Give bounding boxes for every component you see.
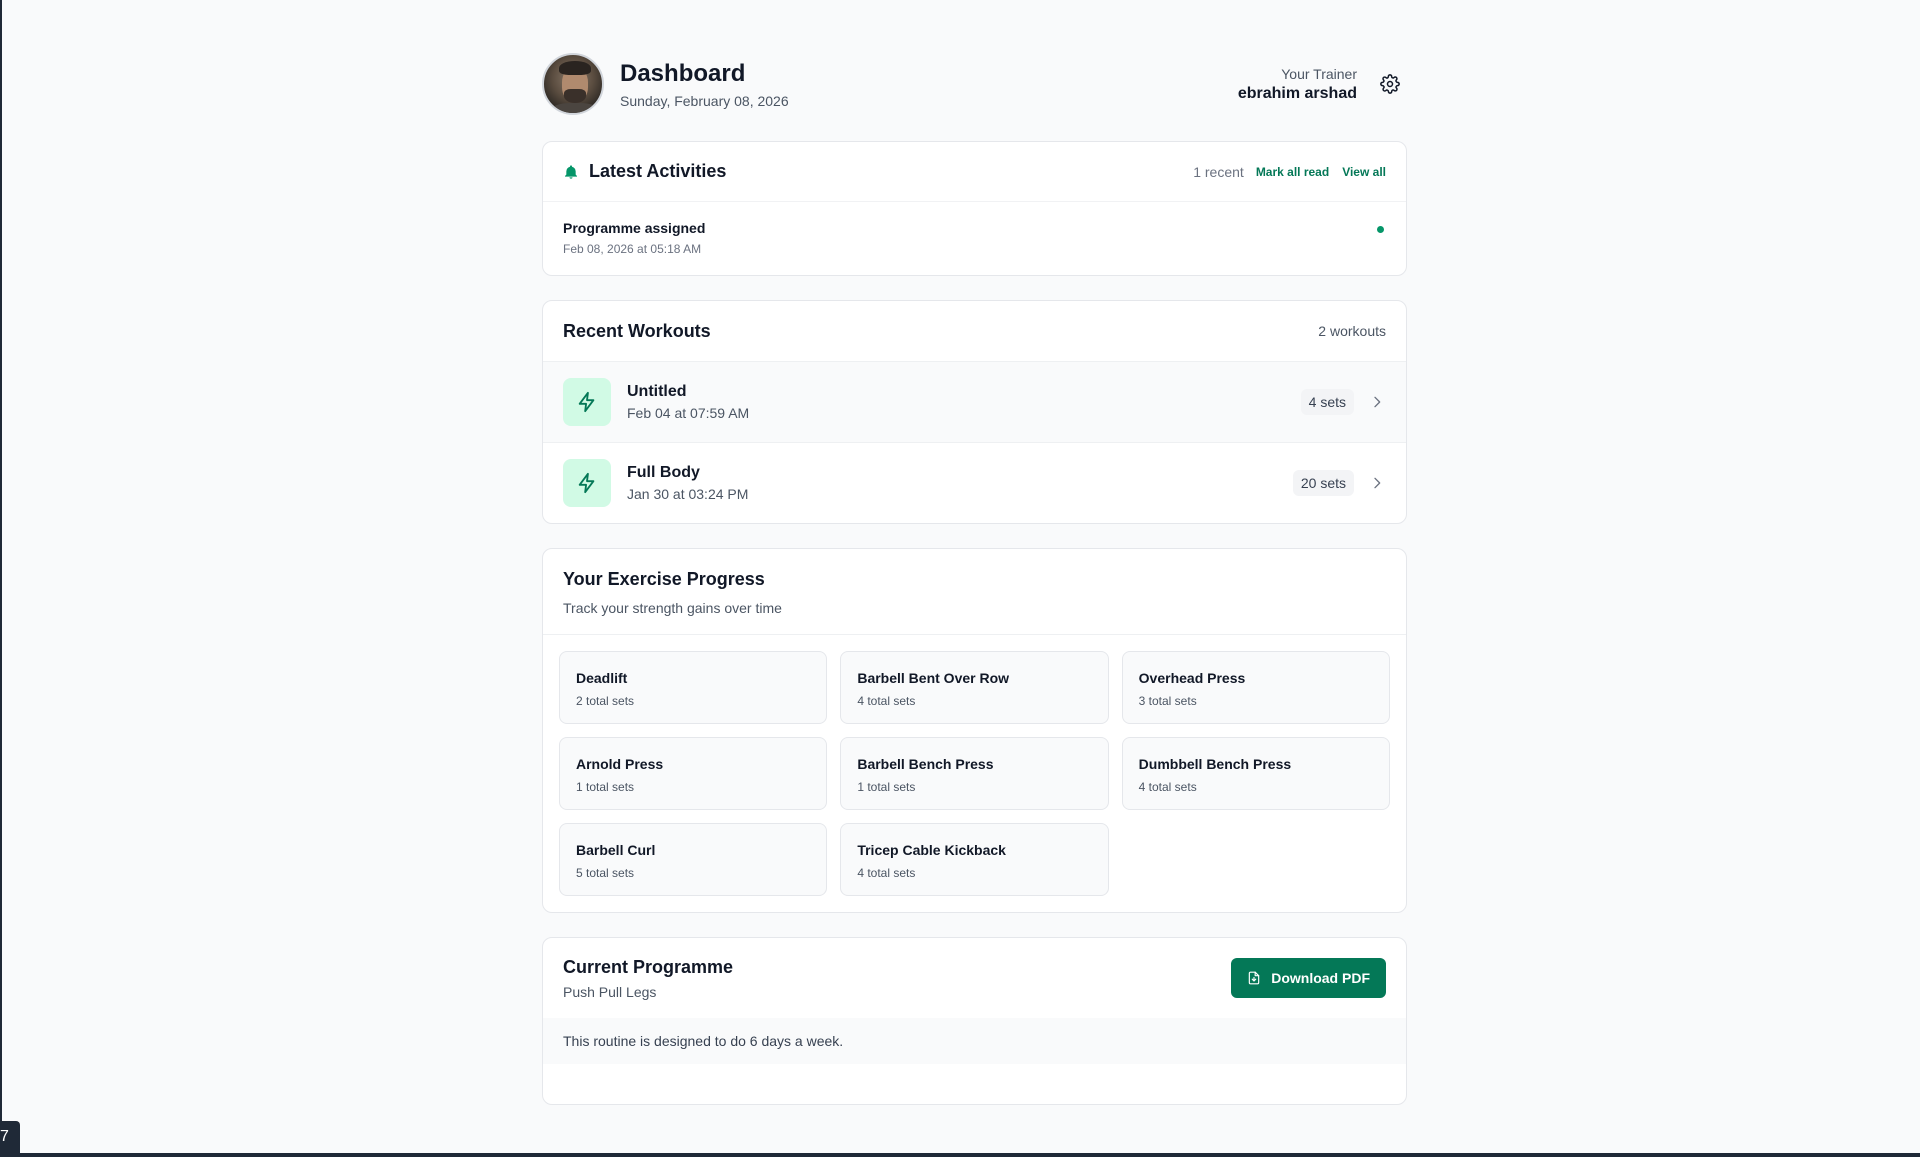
title-block: Dashboard Sunday, February 08, 2026 (620, 59, 789, 109)
exercise-card[interactable]: Arnold Press 1 total sets (559, 737, 828, 810)
exercise-card[interactable]: Deadlift 2 total sets (559, 651, 828, 724)
exercise-grid: Deadlift 2 total sets Barbell Bent Over … (543, 635, 1406, 912)
exercise-sets: 4 total sets (1138, 780, 1197, 794)
programme-name: Push Pull Legs (563, 983, 657, 1000)
workout-row[interactable]: Untitled Feb 04 at 07:59 AM 4 sets (543, 361, 1406, 442)
exercise-sets: 1 total sets (857, 780, 916, 794)
workouts-header: Recent Workouts 2 workouts (543, 301, 1406, 361)
programme-header: Current Programme Push Pull Legs Downloa… (543, 938, 1406, 1018)
exercise-card[interactable]: Barbell Bent Over Row 4 total sets (840, 651, 1109, 724)
dashboard-container: Dashboard Sunday, February 08, 2026 Your… (542, 52, 1407, 1105)
exercise-name: Barbell Bent Over Row (857, 670, 1010, 686)
avatar-beard-shape (564, 89, 586, 103)
header-left: Dashboard Sunday, February 08, 2026 (542, 53, 789, 115)
view-all-link[interactable]: View all (1342, 165, 1386, 179)
exercise-card[interactable]: Tricep Cable Kickback 4 total sets (840, 823, 1109, 896)
avatar-body-shape (550, 103, 600, 113)
workouts-title: Recent Workouts (563, 320, 711, 341)
exercise-name: Dumbbell Bench Press (1138, 756, 1292, 772)
workouts-count: 2 workouts (1318, 323, 1386, 339)
exercise-sets: 3 total sets (1138, 694, 1197, 708)
exercise-card[interactable]: Barbell Bench Press 1 total sets (840, 737, 1109, 810)
corner-chip: 7 (0, 1121, 20, 1153)
download-pdf-button[interactable]: Download PDF (1231, 958, 1386, 998)
window-left-edge (0, 0, 2, 1157)
programme-footer (543, 1064, 1406, 1104)
download-pdf-label: Download PDF (1271, 970, 1370, 986)
unread-indicator (1377, 226, 1384, 233)
trainer-info: Your Trainer ebrahim arshad (1238, 66, 1357, 103)
activity-name: Programme assigned (563, 220, 706, 236)
activity-time: Feb 08, 2026 at 05:18 AM (563, 242, 702, 256)
avatar-hair-shape (559, 61, 591, 75)
trainer-label: Your Trainer (1281, 65, 1357, 82)
file-icon (1247, 971, 1261, 985)
workout-name: Full Body (627, 464, 700, 481)
lightning-icon (563, 459, 611, 507)
progress-title: Your Exercise Progress (563, 569, 765, 589)
exercise-sets: 2 total sets (576, 694, 635, 708)
sets-badge: 20 sets (1292, 470, 1354, 496)
progress-subtitle: Track your strength gains over time (563, 600, 782, 616)
workout-time: Jan 30 at 03:24 PM (627, 486, 749, 502)
exercise-name: Barbell Curl (576, 842, 656, 858)
avatar[interactable] (542, 53, 604, 115)
activities-meta: 1 recent Mark all read View all (1193, 164, 1386, 180)
exercise-name: Barbell Bench Press (857, 756, 994, 772)
chevron-right-icon (1368, 474, 1386, 492)
exercise-name: Arnold Press (576, 756, 664, 772)
exercise-name: Overhead Press (1138, 670, 1246, 686)
mark-all-read-link[interactable]: Mark all read (1256, 165, 1329, 179)
activity-item[interactable]: Programme assigned Feb 08, 2026 at 05:18… (543, 202, 1406, 275)
exercise-card[interactable]: Dumbbell Bench Press 4 total sets (1121, 737, 1390, 810)
chevron-right-icon (1368, 393, 1386, 411)
activity-text: Programme assigned Feb 08, 2026 at 05:18… (563, 220, 705, 257)
bell-icon (563, 164, 579, 180)
trainer-name: ebrahim arshad (1237, 84, 1357, 102)
lightning-icon (563, 378, 611, 426)
window-bottom-edge (0, 1153, 1920, 1157)
exercise-card[interactable]: Barbell Curl 5 total sets (559, 823, 828, 896)
programme-card: Current Programme Push Pull Legs Downloa… (542, 937, 1407, 1105)
exercise-sets: 4 total sets (857, 694, 916, 708)
progress-header: Your Exercise Progress Track your streng… (543, 549, 1406, 635)
sets-badge: 4 sets (1300, 389, 1354, 415)
activities-title-group: Latest Activities (563, 161, 726, 182)
page-header: Dashboard Sunday, February 08, 2026 Your… (542, 52, 1407, 116)
workout-text: Full Body Jan 30 at 03:24 PM (627, 464, 1293, 502)
page-title: Dashboard (620, 60, 746, 87)
programme-description: This routine is designed to do 6 days a … (543, 1018, 1406, 1064)
activities-header: Latest Activities 1 recent Mark all read… (543, 142, 1406, 202)
exercise-sets: 1 total sets (576, 780, 635, 794)
progress-card: Your Exercise Progress Track your streng… (542, 548, 1407, 913)
exercise-name: Tricep Cable Kickback (857, 842, 1006, 858)
programme-title-group: Current Programme Push Pull Legs (563, 957, 733, 1000)
exercise-sets: 5 total sets (576, 866, 635, 880)
exercise-sets: 4 total sets (857, 866, 916, 880)
page-date: Sunday, February 08, 2026 (620, 93, 789, 109)
header-right: Your Trainer ebrahim arshad (1238, 66, 1407, 103)
workouts-card: Recent Workouts 2 workouts Untitled Feb … (542, 300, 1407, 524)
activities-count: 1 recent (1193, 163, 1244, 180)
activities-title: Latest Activities (589, 161, 727, 181)
exercise-card[interactable]: Overhead Press 3 total sets (1121, 651, 1390, 724)
programme-title: Current Programme (563, 956, 734, 977)
exercise-name: Deadlift (576, 670, 628, 686)
workout-text: Untitled Feb 04 at 07:59 AM (627, 383, 1301, 421)
activities-card: Latest Activities 1 recent Mark all read… (542, 141, 1407, 276)
gear-icon[interactable] (1379, 73, 1401, 95)
workout-time: Feb 04 at 07:59 AM (627, 405, 750, 421)
workout-name: Untitled (627, 383, 687, 400)
workout-row[interactable]: Full Body Jan 30 at 03:24 PM 20 sets (543, 442, 1406, 523)
